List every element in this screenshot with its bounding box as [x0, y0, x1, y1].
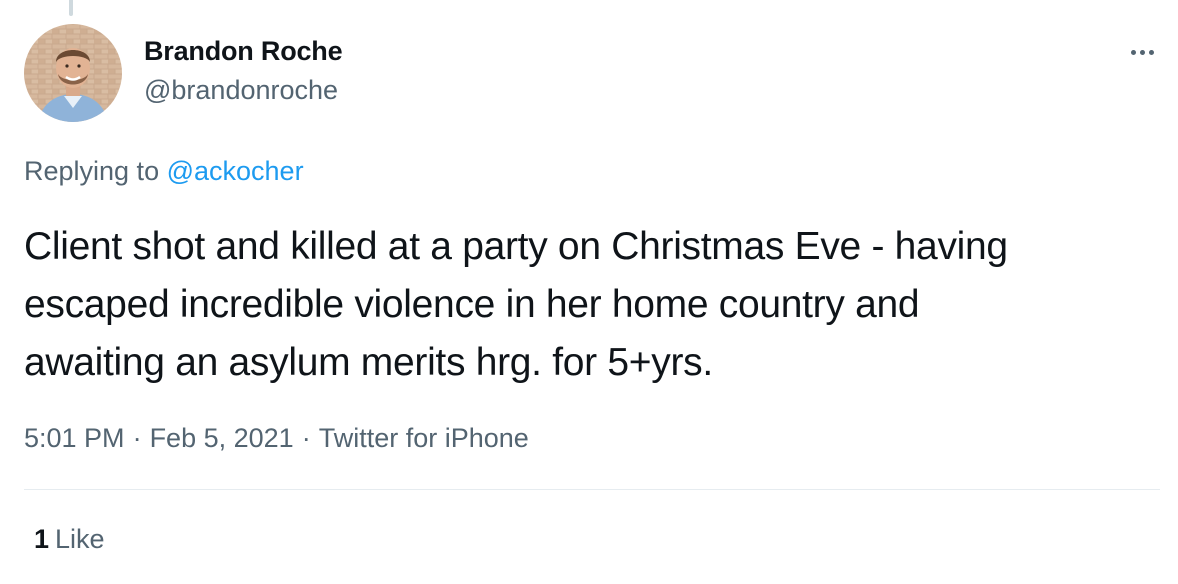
author-handle[interactable]: @brandonroche — [144, 75, 338, 106]
tweet-text: Client shot and killed at a party on Chr… — [24, 218, 1164, 392]
author-display-name[interactable]: Brandon Roche — [144, 36, 343, 67]
tweet-text-line: Client shot and killed at a party on Chr… — [24, 225, 1008, 268]
tweet-timestamp-link[interactable]: 5:01 PM · Feb 5, 2021 — [24, 423, 294, 453]
tweet-time: 5:01 PM — [24, 423, 125, 453]
like-label: Like — [55, 524, 105, 554]
meta-separator: · — [301, 423, 311, 453]
divider — [24, 489, 1160, 490]
tweet-meta: 5:01 PM · Feb 5, 2021 · Twitter for iPhone — [24, 423, 529, 454]
more-horizontal-icon-dot — [1148, 49, 1154, 55]
avatar[interactable] — [24, 24, 122, 122]
profile-photo-icon — [24, 24, 122, 122]
likes-count-link[interactable]: 1 Like — [34, 524, 105, 555]
tweet-text-line: escaped incredible violence in her home … — [24, 283, 920, 326]
tweet-date: Feb 5, 2021 — [149, 423, 294, 453]
replying-to-label: Replying to — [24, 156, 167, 186]
reply-mention-link[interactable]: @ackocher — [167, 156, 304, 186]
more-horizontal-icon-dot — [1139, 49, 1145, 55]
more-horizontal-icon — [1130, 49, 1136, 55]
like-count: 1 — [34, 524, 50, 554]
tweet-card: Brandon Roche @brandonroche Replying to … — [0, 0, 1178, 584]
tweet-text-line: awaiting an asylum merits hrg. for 5+yrs… — [24, 341, 713, 384]
tweet-source-link[interactable]: Twitter for iPhone — [319, 423, 529, 453]
thread-connector-line — [69, 0, 73, 16]
more-options-button[interactable] — [1124, 38, 1160, 66]
meta-separator: · — [132, 423, 142, 453]
replying-to: Replying to @ackocher — [24, 156, 304, 187]
